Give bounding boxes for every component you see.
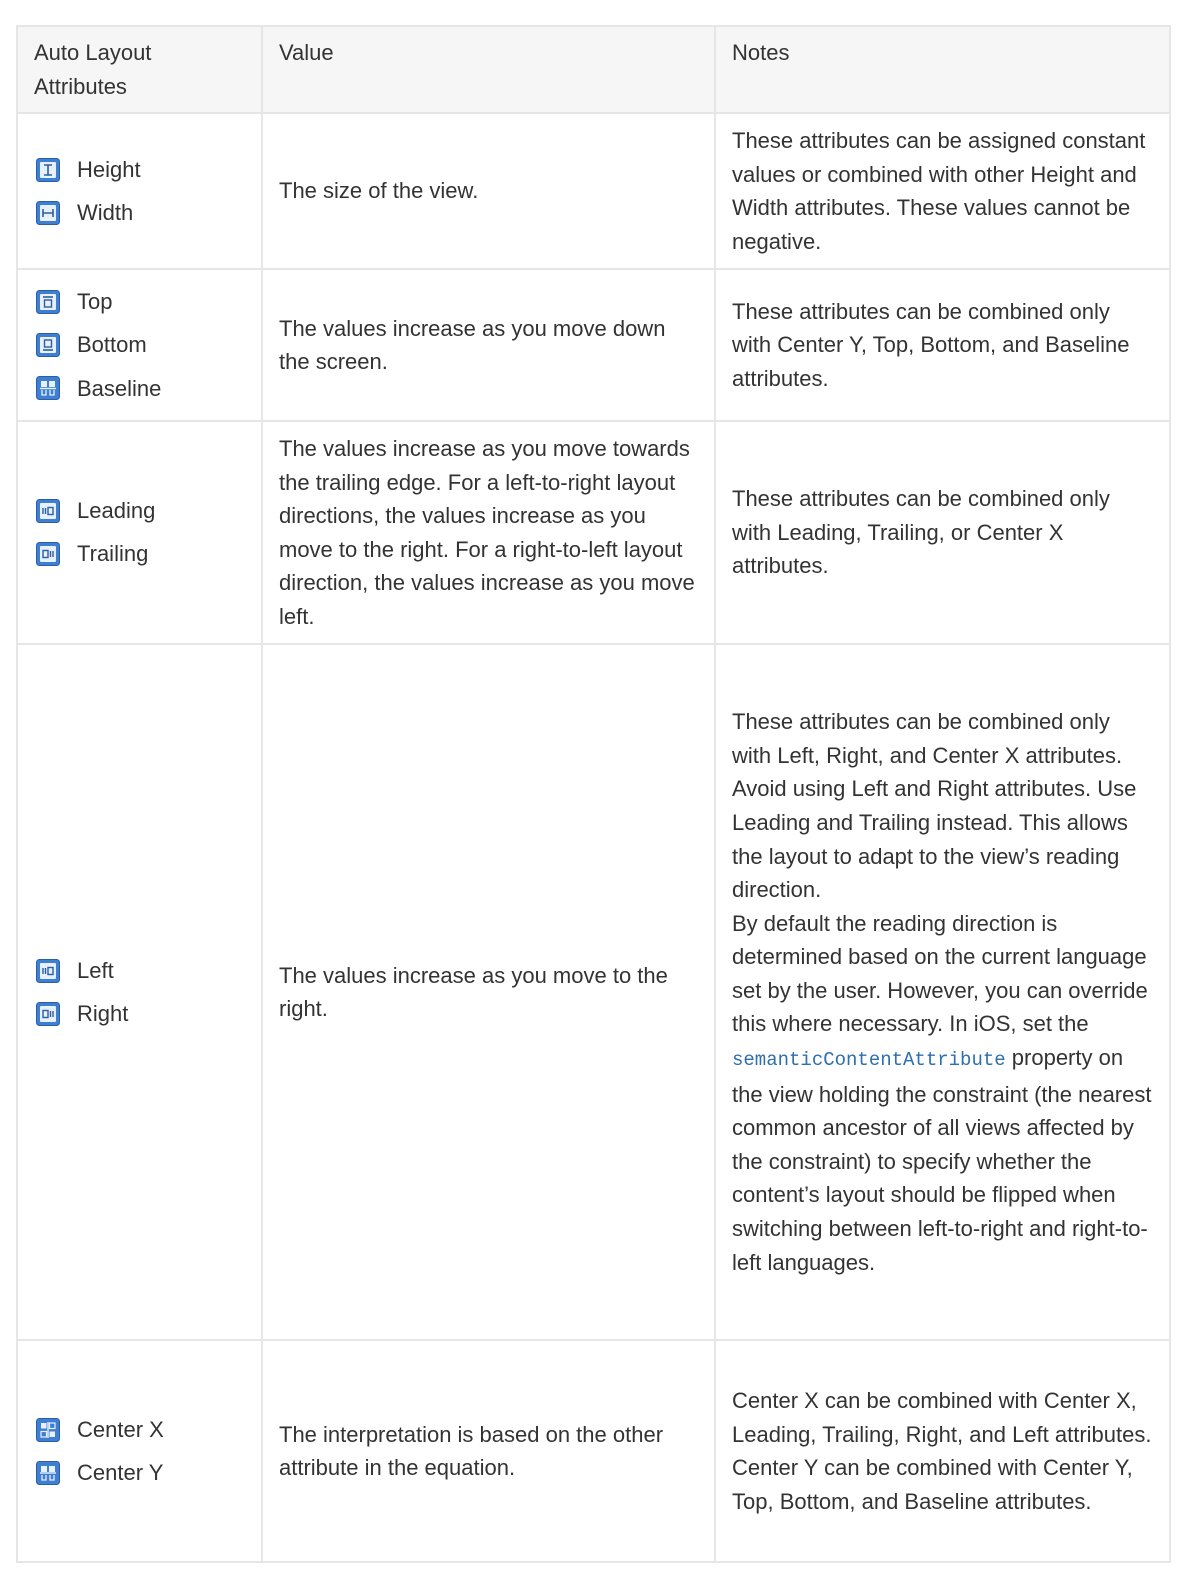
note-text: These attributes can be assigned constan… [732,128,1146,254]
table-row: Top Bottom Baseline The values increase … [16,268,1171,423]
value-cell: The values increase as you move to the r… [261,643,716,1342]
attribute-top: Top [34,285,245,319]
note-text: Center Y can be combined with Center Y, … [732,1455,1133,1514]
auto-layout-attributes-table: Auto Layout Attributes Value Notes Heigh… [16,24,1171,1564]
attribute-center-y: Center Y [34,1456,245,1490]
attributes-cell: Leading Trailing [16,420,263,646]
value-cell: The size of the view. [261,112,716,271]
bottom-icon [36,333,60,358]
attribute-label: Height [77,156,141,182]
attributes-cell: Height Width [16,112,263,271]
attribute-trailing: Trailing [34,537,245,571]
top-icon [36,290,60,314]
attribute-center-x: Center X [34,1413,245,1447]
attribute-baseline: Baseline [34,372,245,406]
attribute-label: Top [77,289,113,315]
table-row: Leading Trailing The values increase as … [16,420,1171,646]
left-icon [36,958,60,983]
center-y-icon [36,1460,60,1485]
value-cell: The values increase as you move down the… [261,268,716,423]
height-icon [36,157,60,182]
attribute-label: Right [77,1000,129,1026]
attributes-cell: Top Bottom Baseline [16,268,263,423]
note-text: These attributes can be combined only wi… [732,298,1130,391]
note-text: By default the reading direction is dete… [732,907,1153,1280]
center-x-icon [36,1417,60,1442]
attribute-height: Height [34,153,245,187]
notes-cell: These attributes can be combined only wi… [714,643,1171,1342]
attribute-label: Left [77,957,114,983]
note-text: These attributes can be combined only wi… [732,709,1123,768]
right-icon [36,1001,60,1026]
value-cell: The values increase as you move towards … [261,420,716,646]
width-icon [36,200,60,225]
attribute-left: Left [34,954,245,988]
note-text: These attributes can be combined only wi… [732,486,1110,579]
baseline-icon [36,376,60,401]
table-row: Center X Center Y The interpretation is … [16,1339,1171,1564]
note-text-after-code: property on the view holding the constra… [732,1045,1152,1275]
attribute-right: Right [34,997,245,1031]
attribute-label: Width [77,199,134,225]
notes-cell: These attributes can be assigned constan… [714,112,1171,271]
header-attributes: Auto Layout Attributes [16,24,263,115]
notes-cell: Center X can be combined with Center X, … [714,1339,1171,1564]
note-text: Center X can be combined with Center X, … [732,1388,1152,1447]
attribute-bottom: Bottom [34,328,245,362]
note-text: Avoid using Left and Right attributes. U… [732,776,1137,903]
attribute-label: Leading [77,498,156,524]
header-notes: Notes [714,24,1171,115]
value-cell: The interpretation is based on the other… [261,1339,716,1564]
leading-icon [36,499,60,524]
attribute-label: Trailing [77,541,149,567]
table-header: Auto Layout Attributes Value Notes [16,24,1171,115]
attributes-cell: Center X Center Y [16,1339,263,1564]
header-value: Value [261,24,716,115]
trailing-icon [36,542,60,567]
table-row: Left Right The values increase as you mo… [16,643,1171,1342]
semantic-content-attribute-link[interactable]: semanticContentAttribute [732,1049,1006,1071]
attribute-label: Bottom [77,332,147,358]
attribute-label: Baseline [77,375,162,401]
notes-cell: These attributes can be combined only wi… [714,420,1171,646]
header-row: Auto Layout Attributes Value Notes [16,24,1171,115]
attribute-leading: Leading [34,494,245,528]
attribute-label: Center Y [77,1459,164,1485]
table-row: Height Width The size of the view. These… [16,112,1171,271]
note-text-before-code: By default the reading direction is dete… [732,910,1148,1037]
attributes-cell: Left Right [16,643,263,1342]
attribute-label: Center X [77,1416,164,1442]
notes-cell: These attributes can be combined only wi… [714,268,1171,423]
attribute-width: Width [34,196,245,230]
